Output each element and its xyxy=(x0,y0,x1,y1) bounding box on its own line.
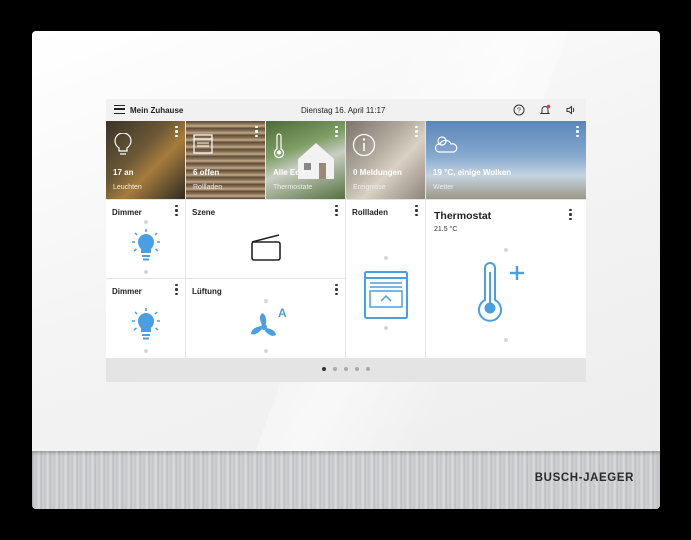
thermometer-plus-icon xyxy=(478,262,524,322)
hamburger-menu-icon[interactable] xyxy=(114,105,125,114)
more-options-icon[interactable] xyxy=(175,126,178,137)
more-options-icon[interactable] xyxy=(576,126,579,137)
indicator-dot xyxy=(144,349,148,353)
page-dot[interactable] xyxy=(366,367,370,371)
dimmer-tile-1[interactable]: Dimmer xyxy=(106,200,185,278)
page-dot[interactable] xyxy=(322,367,326,371)
thermostats-label: Thermostate xyxy=(273,184,313,191)
blind-icon xyxy=(193,134,213,154)
indicator-dot xyxy=(504,338,508,342)
lights-label: Leuchten xyxy=(113,184,142,191)
overview-thermostats-tile[interactable]: Alle Eco Thermostate xyxy=(266,121,345,199)
more-options-icon[interactable] xyxy=(175,205,178,216)
page-dot[interactable] xyxy=(355,367,359,371)
thermometer-icon xyxy=(273,133,285,159)
dimmer-tile-2[interactable]: Dimmer xyxy=(106,279,185,358)
indicator-dot xyxy=(504,248,508,252)
svg-text:?: ? xyxy=(517,108,521,115)
cloud-sun-icon xyxy=(434,136,458,153)
indicator-dot xyxy=(384,326,388,330)
current-temperature: 21.5 °C xyxy=(434,226,458,233)
blinds-open-count: 6 offen xyxy=(193,168,220,177)
thermostat-tile[interactable]: Thermostat 21.5 °C xyxy=(426,200,586,358)
more-options-icon[interactable] xyxy=(335,284,338,295)
overview-blinds-tile[interactable]: 6 offen Rollladen xyxy=(186,121,265,199)
thermostats-status: Alle Eco xyxy=(273,168,305,177)
tile-title: Dimmer xyxy=(112,287,142,296)
bulb-icon xyxy=(114,133,132,155)
weather-label: Wetter xyxy=(433,184,454,191)
ventilation-tile[interactable]: Lüftung A xyxy=(186,279,345,358)
indicator-dot xyxy=(144,270,148,274)
overview-weather-tile[interactable]: 19 °C, einige Wolken Wetter xyxy=(426,121,586,199)
tile-title: Rollladen xyxy=(352,208,389,217)
page-dot[interactable] xyxy=(333,367,337,371)
info-icon xyxy=(352,133,376,157)
more-options-icon[interactable] xyxy=(569,209,572,220)
indicator-dot xyxy=(264,299,268,303)
overview-lights-tile[interactable]: 17 an Leuchten xyxy=(106,121,185,199)
more-options-icon[interactable] xyxy=(335,205,338,216)
more-options-icon[interactable] xyxy=(415,205,418,216)
touch-panel-device: Mein Zuhause Dienstag 16. April 11:17 ? … xyxy=(32,31,660,509)
home-title[interactable]: Mein Zuhause xyxy=(130,106,183,115)
more-options-icon[interactable] xyxy=(335,126,338,137)
help-icon[interactable]: ? xyxy=(512,103,526,117)
bulb-icon xyxy=(132,308,160,340)
page-dot[interactable] xyxy=(344,367,348,371)
indicator-dot xyxy=(264,349,268,353)
brand-logo: BUSCH-JAEGER xyxy=(534,472,634,484)
tile-title: Dimmer xyxy=(112,208,142,217)
notification-bell-icon[interactable] xyxy=(538,103,552,117)
indicator-dot xyxy=(144,220,148,224)
scene-tile[interactable]: Szene xyxy=(186,200,345,278)
touch-screen: Mein Zuhause Dienstag 16. April 11:17 ? … xyxy=(106,99,586,382)
more-options-icon[interactable] xyxy=(175,284,178,295)
top-bar: Mein Zuhause Dienstag 16. April 11:17 ? xyxy=(106,99,586,121)
speaker-icon[interactable] xyxy=(564,103,578,117)
page-indicator[interactable] xyxy=(106,367,586,371)
blinds-tile[interactable]: Rollladen xyxy=(346,200,425,358)
bulb-icon xyxy=(132,229,160,261)
weather-summary: 19 °C, einige Wolken xyxy=(433,168,512,177)
blinds-label: Rollladen xyxy=(193,184,223,191)
tile-title: Szene xyxy=(192,208,216,217)
lights-count: 17 an xyxy=(113,168,134,177)
tile-title: Thermostat xyxy=(434,210,492,222)
more-options-icon[interactable] xyxy=(415,126,418,137)
events-label: Ereignisse xyxy=(353,184,386,191)
overview-events-tile[interactable]: 0 Meldungen Ereignisse xyxy=(346,121,425,199)
blind-icon xyxy=(364,271,408,319)
fan-auto-mode: A xyxy=(278,306,287,320)
brushed-steel-bar: BUSCH-JAEGER xyxy=(32,451,660,509)
tile-title: Lüftung xyxy=(192,287,222,296)
events-count: 0 Meldungen xyxy=(353,168,402,177)
more-options-icon[interactable] xyxy=(255,126,258,137)
scene-icon xyxy=(251,234,281,261)
date-time: Dienstag 16. April 11:17 xyxy=(301,106,386,115)
indicator-dot xyxy=(384,256,388,260)
